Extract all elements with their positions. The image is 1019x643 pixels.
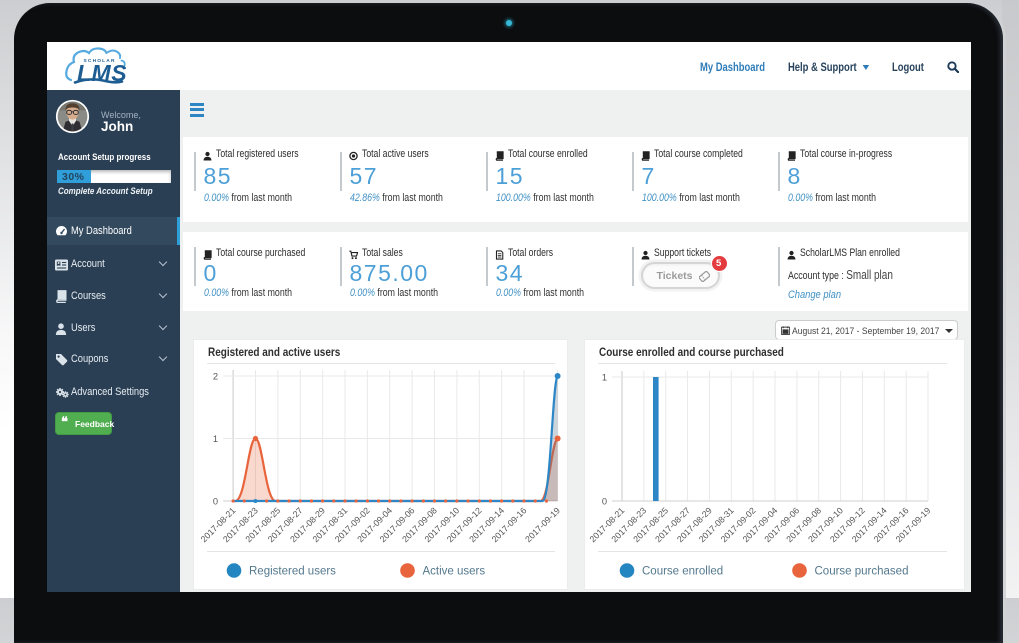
svg-text:Registered users: Registered users: [249, 566, 336, 578]
svg-text:0: 0: [213, 497, 218, 507]
svg-text:0: 0: [602, 497, 607, 507]
svg-text:Active users: Active users: [423, 566, 486, 578]
svg-text:1: 1: [213, 434, 218, 444]
svg-text:2017-09-19: 2017-09-19: [523, 505, 562, 544]
svg-text:Course purchased: Course purchased: [815, 566, 909, 578]
svg-text:Course enrolled: Course enrolled: [642, 566, 723, 578]
svg-text:2: 2: [213, 372, 218, 382]
svg-text:1: 1: [602, 373, 607, 383]
